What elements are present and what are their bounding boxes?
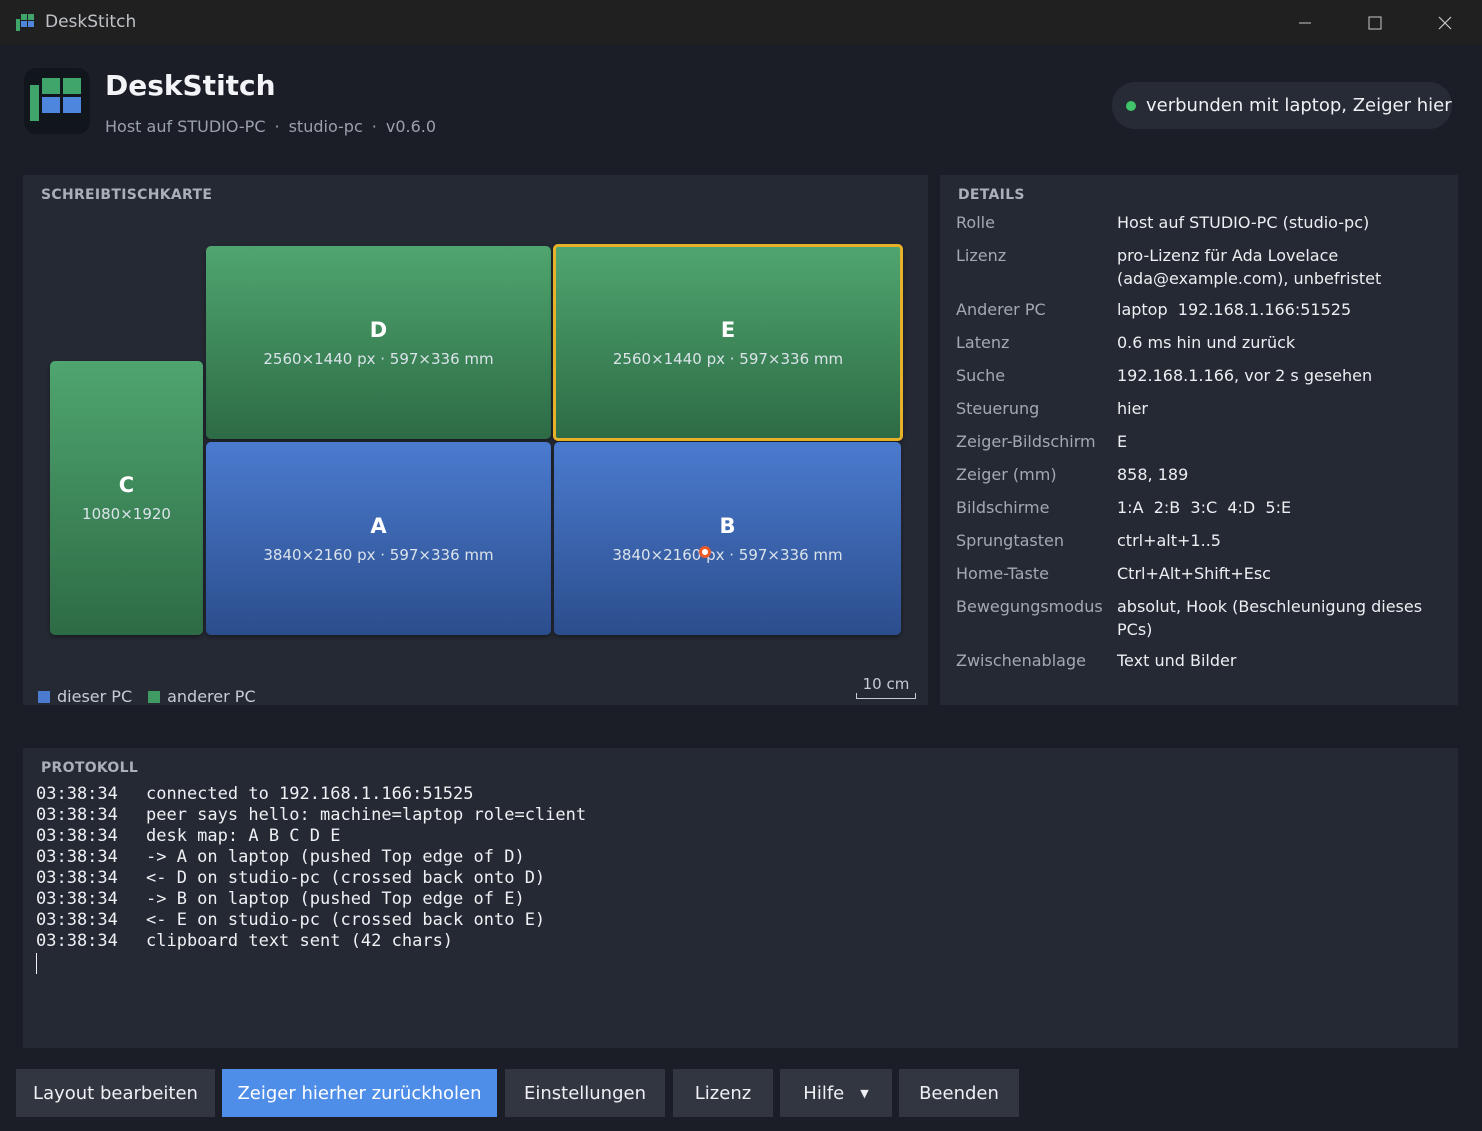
grid-logo-icon xyxy=(24,68,90,134)
screen-dims: 1080×1920 xyxy=(82,505,171,523)
app-version: v0.6.0 xyxy=(385,117,437,136)
close-icon[interactable] xyxy=(1410,0,1480,45)
screen-dims: 3840×2160 px · 597×336 mm xyxy=(612,545,843,564)
text-cursor xyxy=(36,953,37,974)
log-line: 03:38:34 clipboard text sent (42 chars) xyxy=(36,931,454,951)
screen-d[interactable]: D 2560×1440 px · 597×336 mm xyxy=(206,246,551,439)
maximize-icon[interactable] xyxy=(1340,0,1410,45)
window-titlebar: DeskStitch xyxy=(0,0,1482,45)
status-dot-icon xyxy=(1126,100,1136,111)
scale-label: 10 cm xyxy=(862,675,910,693)
log-line: 03:38:34 desk map: A B C D E xyxy=(36,826,341,846)
edit-layout-button[interactable]: Layout bearbeiten xyxy=(16,1069,215,1117)
desk-map-title: SCHREIBTISCHKARTE xyxy=(41,187,213,203)
license-button[interactable]: Lizenz xyxy=(673,1069,773,1117)
screen-dims: 2560×1440 px · 597×336 mm xyxy=(263,349,494,368)
green-swatch-icon xyxy=(148,690,161,703)
screen-dims: 2560×1440 px · 597×336 mm xyxy=(612,349,844,368)
screen-a[interactable]: A 3840×2160 px · 597×336 mm xyxy=(206,442,551,635)
host-info: Host auf STUDIO-PC · studio-pc · v0.6.0 xyxy=(105,117,437,136)
app-icon xyxy=(16,14,34,31)
app-name: DeskStitch xyxy=(105,69,276,102)
help-menu-button[interactable]: Hilfe ▼ xyxy=(780,1069,892,1117)
legend-other-pc: anderer PC xyxy=(148,687,256,706)
host-role: Host auf STUDIO-PC xyxy=(105,117,266,136)
screen-e[interactable]: E 2560×1440 px · 597×336 mm xyxy=(553,244,903,441)
app-window: DeskStitch Host auf STUDIO-PC · studio-pc ·… xyxy=(2,45,1480,1129)
connection-status: verbunden mit laptop, Zeiger hier xyxy=(1112,82,1452,129)
status-text: verbunden mit laptop, Zeiger hier xyxy=(1146,95,1452,116)
details-title: DETAILS xyxy=(958,187,1025,203)
help-button-label: Hilfe xyxy=(803,1082,845,1104)
blue-swatch-icon xyxy=(38,690,50,703)
legend-this-pc: dieser PC xyxy=(38,687,132,706)
screen-id: D xyxy=(369,317,388,342)
screen-c[interactable]: C 1080×1920 xyxy=(50,361,203,635)
screen-b[interactable]: B 3840×2160 px · 597×336 mm xyxy=(554,442,901,635)
log-line: 03:38:34 <- E on studio-pc (crossed back … xyxy=(36,910,546,930)
screen-dims: 3840×2160 px · 597×336 mm xyxy=(263,545,494,564)
quit-button[interactable]: Beenden xyxy=(899,1069,1019,1117)
log-line: 03:38:34 peer says hello: machine=laptop … xyxy=(36,805,587,825)
log-line: 03:38:34 -> A on laptop (pushed Top edge … xyxy=(36,847,525,867)
screen-id: C xyxy=(118,473,135,497)
window-title: DeskStitch xyxy=(45,12,137,32)
recall-pointer-button[interactable]: Zeiger hierher zurückholen xyxy=(222,1069,497,1117)
log-line: 03:38:34 connected to 192.168.1.166:51525 xyxy=(36,784,474,804)
minimize-icon[interactable] xyxy=(1270,0,1340,45)
screen-id: A xyxy=(370,513,387,538)
map-legend: dieser PC anderer PC xyxy=(38,687,272,706)
chevron-down-icon: ▼ xyxy=(860,1086,869,1100)
pointer-position-marker xyxy=(699,546,711,558)
details-panel: DETAILS Rolle Host auf STUDIO-PC (studio… xyxy=(940,175,1458,705)
log-output[interactable]: 03:38:34 connected to 192.168.1.166:51525… xyxy=(36,784,586,974)
desk-map-panel: SCHREIBTISCHKARTE D 2560×1440 px · 597×3… xyxy=(23,175,928,706)
log-line: 03:38:34 -> B on laptop (pushed Top edge … xyxy=(36,889,525,909)
machine-name: studio-pc xyxy=(288,117,363,136)
settings-button[interactable]: Einstellungen xyxy=(505,1069,665,1117)
scale-bar: 10 cm xyxy=(856,675,916,699)
log-line: 03:38:34 <- D on studio-pc (crossed back … xyxy=(36,868,546,888)
scale-ruler-icon xyxy=(856,693,916,699)
screen-id: E xyxy=(720,317,736,342)
screen-id: B xyxy=(719,513,736,538)
log-title: PROTOKOLL xyxy=(41,760,139,776)
log-panel[interactable]: PROTOKOLL 03:38:34 connected to 192.168.1… xyxy=(23,748,1458,1048)
